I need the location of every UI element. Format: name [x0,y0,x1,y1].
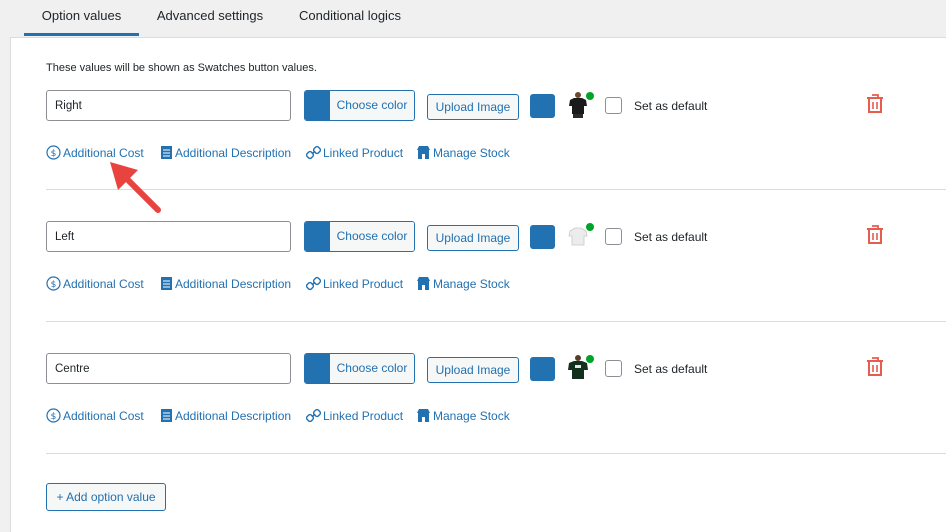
upload-image-button[interactable]: Upload Image [427,94,519,120]
set-default-checkbox[interactable] [605,360,622,377]
row-divider [46,189,946,190]
trash-icon[interactable] [866,94,884,114]
link-icon [306,409,321,423]
hint-text: These values will be shown as Swatches b… [46,62,317,74]
manage-stock-link[interactable]: Manage Stock [416,406,510,424]
trash-icon[interactable] [866,357,884,377]
additional-description-link[interactable]: Additional Description [160,274,291,292]
dollar-circle-icon: $ [46,408,61,423]
status-dot [586,92,594,100]
svg-text:$: $ [51,149,57,159]
choose-color-button[interactable]: Choose color [304,90,415,121]
status-dot [586,223,594,231]
tab-conditional-logics[interactable]: Conditional logics [286,0,414,36]
status-dot [586,355,594,363]
document-icon [161,409,172,423]
document-icon [161,146,172,160]
document-icon [161,277,172,291]
option-row: Choose color Upload Image Set as default… [0,353,946,485]
trash-icon[interactable] [866,225,884,245]
link-icon [306,146,321,160]
choose-color-button[interactable]: Choose color [304,353,415,384]
manage-stock-link[interactable]: Manage Stock [416,274,510,292]
swatch-preview[interactable] [530,225,555,249]
upload-image-button[interactable]: Upload Image [427,357,519,383]
set-default-label: Set as default [634,230,708,244]
linked-product-link[interactable]: Linked Product [306,274,403,292]
set-default-checkbox[interactable] [605,228,622,245]
store-icon [417,409,430,423]
choose-color-label: Choose color [330,91,414,120]
tab-bar: Option values Advanced settings Conditio… [0,0,946,38]
option-value-input[interactable] [46,221,291,252]
set-default-checkbox[interactable] [605,97,622,114]
additional-cost-link[interactable]: $ Additional Cost [46,406,144,424]
tshirt-black-icon[interactable] [566,90,594,120]
additional-description-link[interactable]: Additional Description [160,143,291,161]
red-arrow-annotation [110,162,161,213]
additional-cost-link[interactable]: $ Additional Cost [46,143,144,161]
manage-stock-link[interactable]: Manage Stock [416,143,510,161]
additional-cost-link[interactable]: $ Additional Cost [46,274,144,292]
color-swatch [305,222,330,251]
choose-color-label: Choose color [330,222,414,251]
option-value-input[interactable] [46,353,291,384]
option-value-input[interactable] [46,90,291,121]
swatch-preview[interactable] [530,94,555,118]
dollar-circle-icon: $ [46,276,61,291]
color-swatch [305,91,330,120]
svg-text:$: $ [51,412,57,422]
tshirt-black-icon[interactable] [566,353,594,383]
color-swatch [305,354,330,383]
option-links: $ Additional Cost Additional Description … [46,274,566,294]
choose-color-label: Choose color [330,354,414,383]
row-divider [46,321,946,322]
link-icon [306,277,321,291]
tab-advanced-settings[interactable]: Advanced settings [146,0,274,36]
option-links: $ Additional Cost Additional Description … [46,406,566,426]
upload-image-button[interactable]: Upload Image [427,225,519,251]
svg-text:$: $ [51,280,57,290]
swatch-preview[interactable] [530,357,555,381]
store-icon [417,146,430,160]
tab-option-values[interactable]: Option values [24,0,139,36]
set-default-label: Set as default [634,362,708,376]
add-option-value-button[interactable]: + Add option value [46,483,166,511]
tshirt-white-icon[interactable] [566,221,594,251]
linked-product-link[interactable]: Linked Product [306,406,403,424]
choose-color-button[interactable]: Choose color [304,221,415,252]
set-default-label: Set as default [634,99,708,113]
additional-description-link[interactable]: Additional Description [160,406,291,424]
dollar-circle-icon: $ [46,145,61,160]
linked-product-link[interactable]: Linked Product [306,143,403,161]
store-icon [417,277,430,291]
option-row: Choose color Upload Image Set as default… [0,221,946,353]
row-divider [46,453,946,454]
